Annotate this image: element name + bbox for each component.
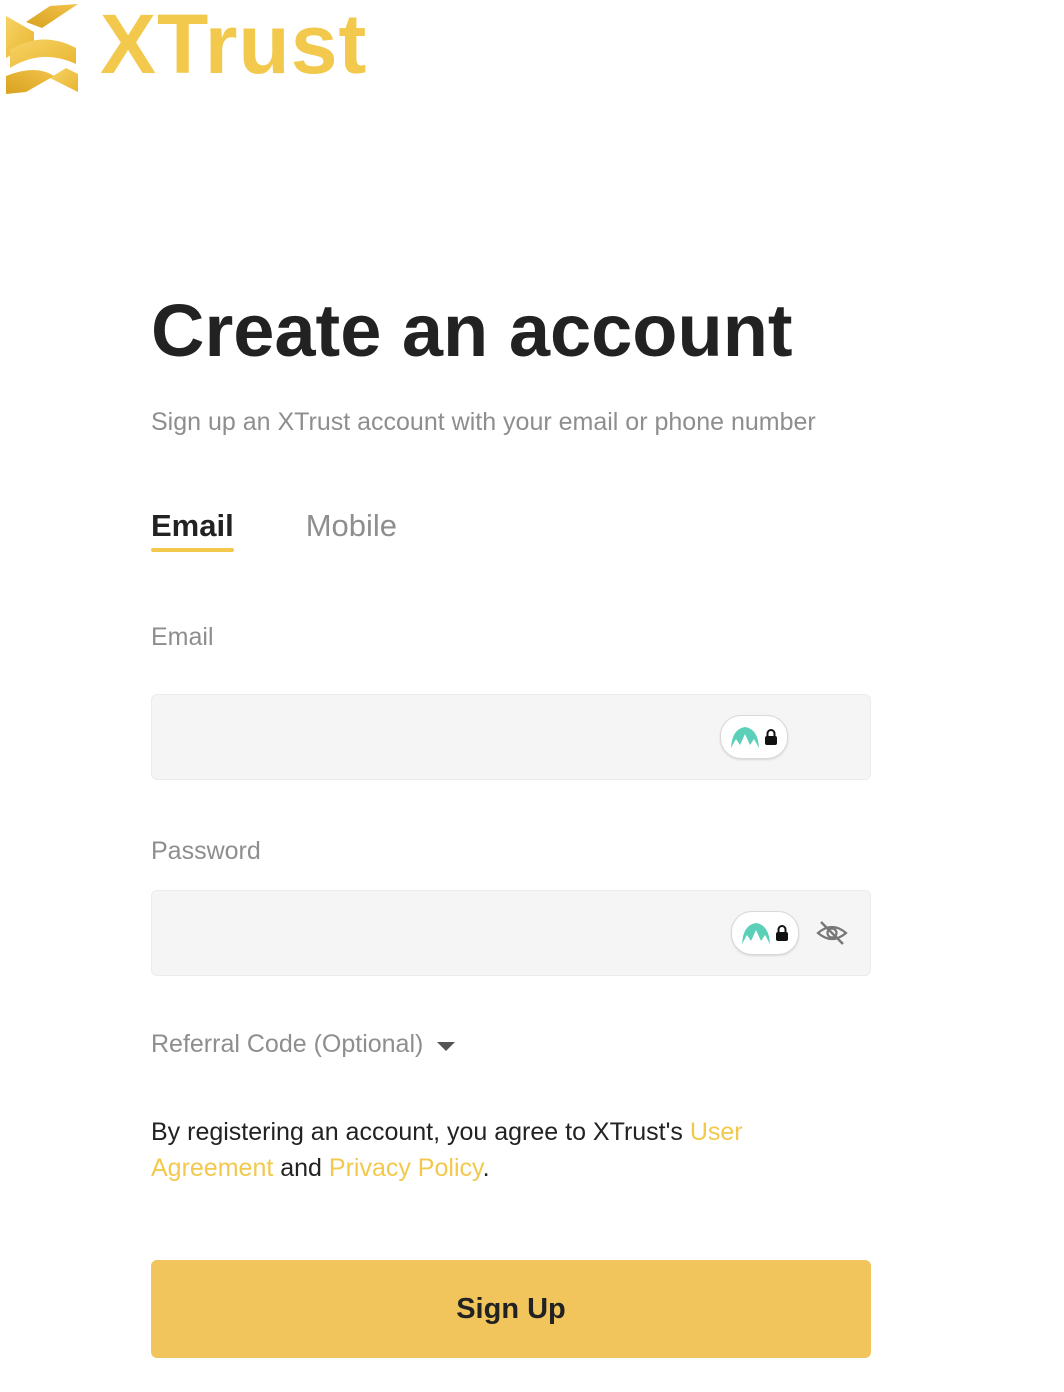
- terms-prefix: By registering an account, you agree to …: [151, 1118, 690, 1146]
- eye-slash-icon[interactable]: [816, 919, 848, 947]
- page-title: Create an account: [151, 289, 793, 372]
- password-field[interactable]: [172, 891, 716, 977]
- password-field-container: [151, 890, 871, 977]
- terms-text: By registering an account, you agree to …: [151, 1114, 791, 1186]
- signup-page: XTrust Create an account Sign up an XTru…: [0, 0, 1064, 1392]
- password-manager-badge[interactable]: [720, 715, 788, 759]
- tab-mobile[interactable]: Mobile: [306, 508, 397, 552]
- xtrust-logo-icon: [6, 3, 78, 94]
- password-manager-icon: [742, 923, 770, 944]
- email-field[interactable]: [172, 695, 716, 781]
- brand-logo[interactable]: XTrust: [6, 0, 367, 95]
- password-field-label: Password: [151, 837, 261, 865]
- sign-up-button[interactable]: Sign Up: [151, 1260, 871, 1358]
- password-manager-icon: [731, 727, 759, 748]
- referral-code-toggle[interactable]: Referral Code (Optional): [151, 1030, 456, 1059]
- email-field-label: Email: [151, 623, 214, 651]
- referral-code-label: Referral Code (Optional): [151, 1030, 424, 1058]
- tab-email[interactable]: Email: [151, 508, 234, 552]
- lock-icon: [776, 925, 788, 941]
- password-manager-badge[interactable]: [731, 911, 799, 955]
- page-subtitle: Sign up an XTrust account with your emai…: [151, 408, 816, 436]
- brand-name: XTrust: [100, 0, 368, 91]
- signup-method-tabs: Email Mobile: [151, 508, 397, 552]
- privacy-policy-link[interactable]: Privacy Policy: [329, 1154, 483, 1182]
- email-field-container: [151, 694, 871, 781]
- lock-icon: [765, 729, 777, 745]
- caret-down-icon: [437, 1042, 456, 1051]
- terms-suffix: .: [482, 1154, 490, 1182]
- terms-conjunction: and: [273, 1154, 329, 1182]
